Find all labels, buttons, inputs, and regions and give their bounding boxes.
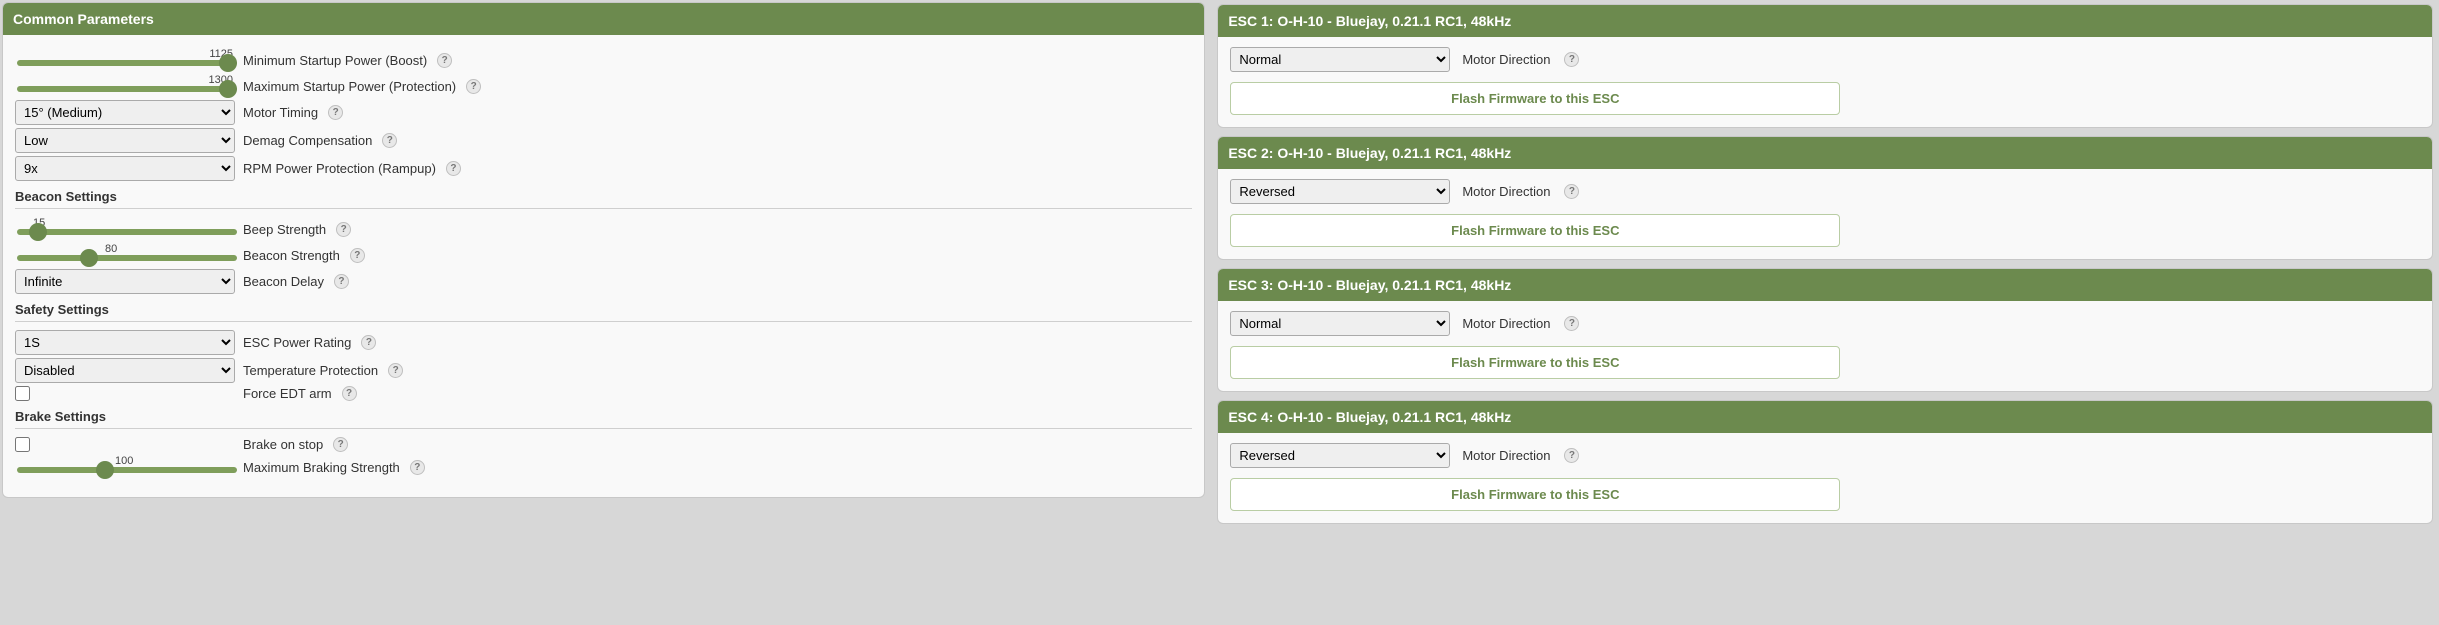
- help-icon[interactable]: ?: [1564, 316, 1579, 331]
- max-brake-label: Maximum Braking Strength: [243, 460, 400, 475]
- motor-direction-label: Motor Direction: [1462, 52, 1550, 67]
- power-rating-select[interactable]: 1S: [15, 330, 235, 355]
- help-icon[interactable]: ?: [336, 222, 351, 237]
- max-brake-slider[interactable]: [17, 467, 237, 473]
- force-edt-checkbox[interactable]: [15, 386, 30, 401]
- esc-title: ESC 4: O-H-10 - Bluejay, 0.21.1 RC1, 48k…: [1218, 401, 2432, 433]
- motor-direction-label: Motor Direction: [1462, 184, 1550, 199]
- beep-strength-label: Beep Strength: [243, 222, 326, 237]
- brake-on-stop-label: Brake on stop: [243, 437, 323, 452]
- motor-timing-select[interactable]: 15° (Medium): [15, 100, 235, 125]
- flash-firmware-button[interactable]: Flash Firmware to this ESC: [1230, 346, 1840, 379]
- motor-direction-select[interactable]: Normal: [1230, 311, 1450, 336]
- help-icon[interactable]: ?: [361, 335, 376, 350]
- beacon-section-title: Beacon Settings: [15, 189, 1192, 204]
- help-icon[interactable]: ?: [437, 53, 452, 68]
- help-icon[interactable]: ?: [388, 363, 403, 378]
- brake-on-stop-checkbox[interactable]: [15, 437, 30, 452]
- motor-direction-select[interactable]: Normal: [1230, 47, 1450, 72]
- help-icon[interactable]: ?: [1564, 52, 1579, 67]
- beacon-delay-label: Beacon Delay: [243, 274, 324, 289]
- help-icon[interactable]: ?: [382, 133, 397, 148]
- motor-direction-select[interactable]: Reversed: [1230, 443, 1450, 468]
- motor-direction-label: Motor Direction: [1462, 316, 1550, 331]
- common-parameters-title: Common Parameters: [3, 3, 1204, 35]
- esc-title: ESC 3: O-H-10 - Bluejay, 0.21.1 RC1, 48k…: [1218, 269, 2432, 301]
- common-parameters-panel: Common Parameters 1125 Minimum Startup P…: [2, 2, 1205, 498]
- flash-firmware-button[interactable]: Flash Firmware to this ESC: [1230, 214, 1840, 247]
- help-icon[interactable]: ?: [466, 79, 481, 94]
- esc-panel-2: ESC 2: O-H-10 - Bluejay, 0.21.1 RC1, 48k…: [1217, 136, 2433, 260]
- divider: [15, 208, 1192, 209]
- help-icon[interactable]: ?: [446, 161, 461, 176]
- min-startup-label: Minimum Startup Power (Boost): [243, 53, 427, 68]
- beacon-strength-slider[interactable]: [17, 255, 237, 261]
- divider: [15, 321, 1192, 322]
- motor-direction-label: Motor Direction: [1462, 448, 1550, 463]
- help-icon[interactable]: ?: [350, 248, 365, 263]
- motor-timing-label: Motor Timing: [243, 105, 318, 120]
- esc-title: ESC 1: O-H-10 - Bluejay, 0.21.1 RC1, 48k…: [1218, 5, 2432, 37]
- power-rating-label: ESC Power Rating: [243, 335, 351, 350]
- esc-panel-3: ESC 3: O-H-10 - Bluejay, 0.21.1 RC1, 48k…: [1217, 268, 2433, 392]
- divider: [15, 428, 1192, 429]
- motor-direction-select[interactable]: Reversed: [1230, 179, 1450, 204]
- help-icon[interactable]: ?: [410, 460, 425, 475]
- demag-select[interactable]: Low: [15, 128, 235, 153]
- safety-section-title: Safety Settings: [15, 302, 1192, 317]
- help-icon[interactable]: ?: [333, 437, 348, 452]
- help-icon[interactable]: ?: [334, 274, 349, 289]
- rpm-rampup-label: RPM Power Protection (Rampup): [243, 161, 436, 176]
- help-icon[interactable]: ?: [1564, 184, 1579, 199]
- demag-label: Demag Compensation: [243, 133, 372, 148]
- flash-firmware-button[interactable]: Flash Firmware to this ESC: [1230, 82, 1840, 115]
- beep-strength-slider[interactable]: [17, 229, 237, 235]
- beacon-strength-label: Beacon Strength: [243, 248, 340, 263]
- help-icon[interactable]: ?: [1564, 448, 1579, 463]
- max-startup-slider[interactable]: [17, 86, 237, 92]
- help-icon[interactable]: ?: [328, 105, 343, 120]
- rpm-rampup-select[interactable]: 9x: [15, 156, 235, 181]
- min-startup-slider[interactable]: [17, 60, 237, 66]
- brake-section-title: Brake Settings: [15, 409, 1192, 424]
- esc-panel-1: ESC 1: O-H-10 - Bluejay, 0.21.1 RC1, 48k…: [1217, 4, 2433, 128]
- max-startup-label: Maximum Startup Power (Protection): [243, 79, 456, 94]
- esc-panel-4: ESC 4: O-H-10 - Bluejay, 0.21.1 RC1, 48k…: [1217, 400, 2433, 524]
- temp-prot-label: Temperature Protection: [243, 363, 378, 378]
- esc-title: ESC 2: O-H-10 - Bluejay, 0.21.1 RC1, 48k…: [1218, 137, 2432, 169]
- help-icon[interactable]: ?: [342, 386, 357, 401]
- force-edt-label: Force EDT arm: [243, 386, 332, 401]
- beacon-delay-select[interactable]: Infinite: [15, 269, 235, 294]
- temp-prot-select[interactable]: Disabled: [15, 358, 235, 383]
- flash-firmware-button[interactable]: Flash Firmware to this ESC: [1230, 478, 1840, 511]
